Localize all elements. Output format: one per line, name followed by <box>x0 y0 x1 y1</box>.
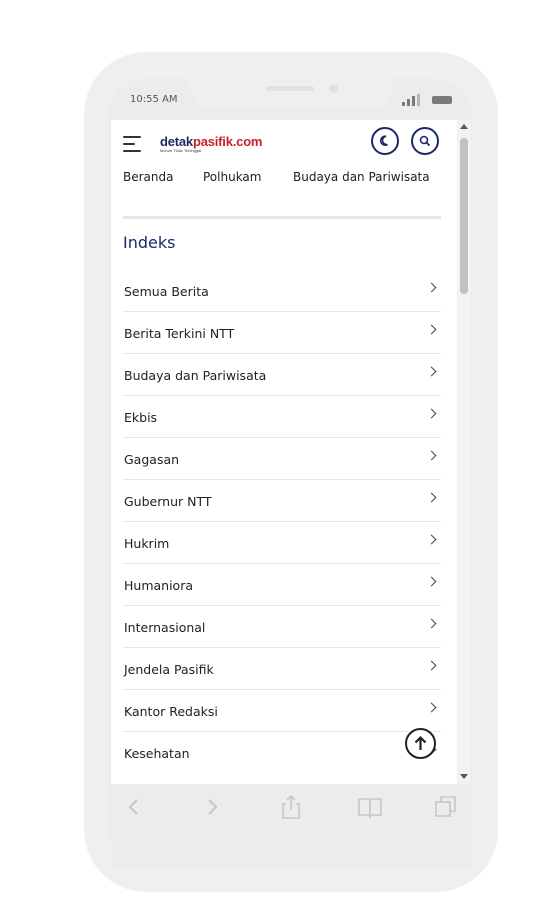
index-item-berita-terkini-ntt[interactable]: Berita Terkini NTT <box>123 312 441 354</box>
index-item-humaniora[interactable]: Humaniora <box>123 564 441 606</box>
index-item-gagasan[interactable]: Gagasan <box>123 438 441 480</box>
bookmarks-icon[interactable] <box>357 794 383 820</box>
forward-icon[interactable] <box>199 794 225 820</box>
site-header: detakpasifik.com Mohon Tidak Tertinggal … <box>111 120 457 212</box>
site-logo[interactable]: detakpasifik.com Mohon Tidak Tertinggal <box>160 134 262 153</box>
battery-icon <box>432 96 452 104</box>
signal-icon <box>402 94 422 106</box>
list-item-label: Kantor Redaksi <box>124 704 218 719</box>
chevron-right-icon <box>426 618 437 629</box>
chevron-right-icon <box>426 450 437 461</box>
logo-text-detak: detak <box>160 134 193 149</box>
chevron-right-icon <box>426 282 437 293</box>
list-item-label: Kesehatan <box>124 746 190 761</box>
logo-text-pasifik: pasifik.com <box>192 134 263 149</box>
chevron-right-icon <box>426 324 437 335</box>
list-item-label: Ekbis <box>124 410 158 425</box>
page-scrollbar[interactable] <box>457 120 471 784</box>
front-camera <box>329 84 338 93</box>
speaker-grill <box>266 86 314 91</box>
index-title: Indeks <box>123 233 176 252</box>
menu-icon[interactable] <box>123 136 143 152</box>
list-item-label: Semua Berita <box>124 284 209 299</box>
scroll-up-arrow-icon[interactable] <box>460 124 468 129</box>
nav-item-budaya-pariwisata[interactable]: Budaya dan Pariwisata <box>293 170 430 184</box>
index-item-hukrim[interactable]: Hukrim <box>123 522 441 564</box>
phone-notch <box>190 78 392 108</box>
search-icon <box>419 135 431 147</box>
index-item-kesehatan[interactable]: Kesehatan <box>123 732 441 774</box>
index-item-jendela-pasifik[interactable]: Jendela Pasifik <box>123 648 441 690</box>
chevron-right-icon <box>426 534 437 545</box>
index-item-gubernur-ntt[interactable]: Gubernur NTT <box>123 480 441 522</box>
dark-mode-button[interactable] <box>371 127 399 155</box>
index-item-ekbis[interactable]: Ekbis <box>123 396 441 438</box>
list-item-label: Berita Terkini NTT <box>124 326 235 341</box>
index-list: Semua Berita Berita Terkini NTT Budaya d… <box>123 270 441 774</box>
tabs-icon[interactable] <box>433 794 459 820</box>
nav-item-polhukam[interactable]: Polhukam <box>203 170 261 184</box>
moon-icon <box>379 135 388 146</box>
list-item-label: Hukrim <box>124 536 170 551</box>
nav-item-beranda[interactable]: Beranda <box>123 170 173 184</box>
top-nav: Beranda Polhukam Budaya dan Pariwisata <box>111 170 457 190</box>
back-icon[interactable] <box>121 794 147 820</box>
index-item-internasional[interactable]: Internasional <box>123 606 441 648</box>
chevron-right-icon <box>426 576 437 587</box>
chevron-right-icon <box>426 702 437 713</box>
section-divider <box>123 216 441 219</box>
arrow-up-icon <box>414 735 427 750</box>
chevron-right-icon <box>426 408 437 419</box>
list-item-label: Budaya dan Pariwisata <box>124 368 267 383</box>
chevron-right-icon <box>426 492 437 503</box>
list-item-label: Gagasan <box>124 452 180 467</box>
share-icon[interactable] <box>278 794 304 820</box>
list-item-label: Jendela Pasifik <box>124 662 214 677</box>
index-item-semua-berita[interactable]: Semua Berita <box>123 270 441 312</box>
scrollbar-thumb[interactable] <box>460 138 468 294</box>
scroll-down-arrow-icon[interactable] <box>460 774 468 779</box>
status-time: 10:55 AM <box>130 94 178 105</box>
back-to-top-button[interactable] <box>405 728 436 759</box>
search-button[interactable] <box>411 127 439 155</box>
list-item-label: Gubernur NTT <box>124 494 212 509</box>
index-item-budaya-pariwisata[interactable]: Budaya dan Pariwisata <box>123 354 441 396</box>
browser-toolbar <box>111 784 471 868</box>
chevron-right-icon <box>426 366 437 377</box>
list-item-label: Internasional <box>124 620 206 635</box>
chevron-right-icon <box>426 660 437 671</box>
index-item-kantor-redaksi[interactable]: Kantor Redaksi <box>123 690 441 732</box>
list-item-label: Humaniora <box>124 578 194 593</box>
browser-viewport: detakpasifik.com Mohon Tidak Tertinggal … <box>111 120 457 784</box>
